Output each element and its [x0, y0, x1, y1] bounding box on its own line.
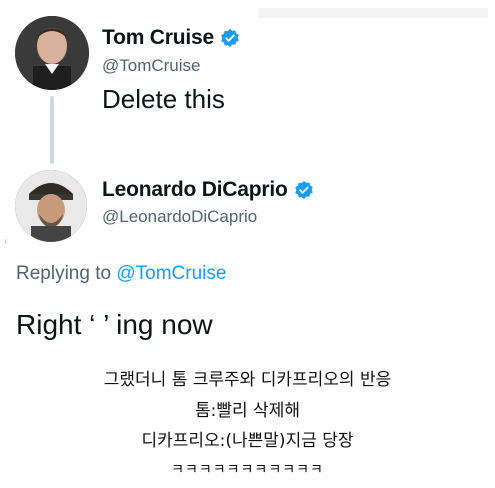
avatar-tom-cruise-image [15, 16, 89, 90]
caption-line-1: 그랬더니 톰 크루주와 디카프리오의 반응 [103, 370, 392, 390]
reply-text: Right ‘ ’ ing now [16, 309, 213, 340]
avatar-leonardo-dicaprio[interactable] [15, 170, 87, 242]
left-chevron-icon: ‹ [4, 236, 8, 247]
tweet2-name-row: Leonardo DiCaprio [102, 178, 314, 202]
handle[interactable]: @LeonardoDiCaprio [102, 207, 257, 227]
replying-to: Replying to @TomCruise [16, 263, 226, 285]
display-name[interactable]: Tom Cruise [102, 26, 214, 50]
replying-prefix: Replying to [16, 263, 117, 284]
tweet-text: Delete this [102, 84, 225, 114]
avatar-leonardo-dicaprio-image [15, 170, 87, 242]
display-name[interactable]: Leonardo DiCaprio [102, 178, 288, 202]
tweet1-name-row: Tom Cruise [102, 26, 240, 50]
verified-badge-icon [220, 28, 240, 48]
mention-link[interactable]: @TomCruise [116, 263, 226, 284]
verified-badge-icon [294, 180, 314, 200]
caption-line-4: ㅋㅋㅋㅋㅋㅋㅋㅋㅋㅋㅋ [171, 462, 324, 478]
caption-line-2: 톰:빨리 삭제해 [195, 401, 300, 421]
caption-line-3: 디카프리오:(나쁜말)지금 당장 [141, 431, 354, 451]
top-edge-artifact [258, 8, 488, 18]
avatar-tom-cruise[interactable] [15, 16, 89, 90]
handle[interactable]: @TomCruise [102, 56, 201, 76]
thread-connector-line [50, 96, 54, 164]
